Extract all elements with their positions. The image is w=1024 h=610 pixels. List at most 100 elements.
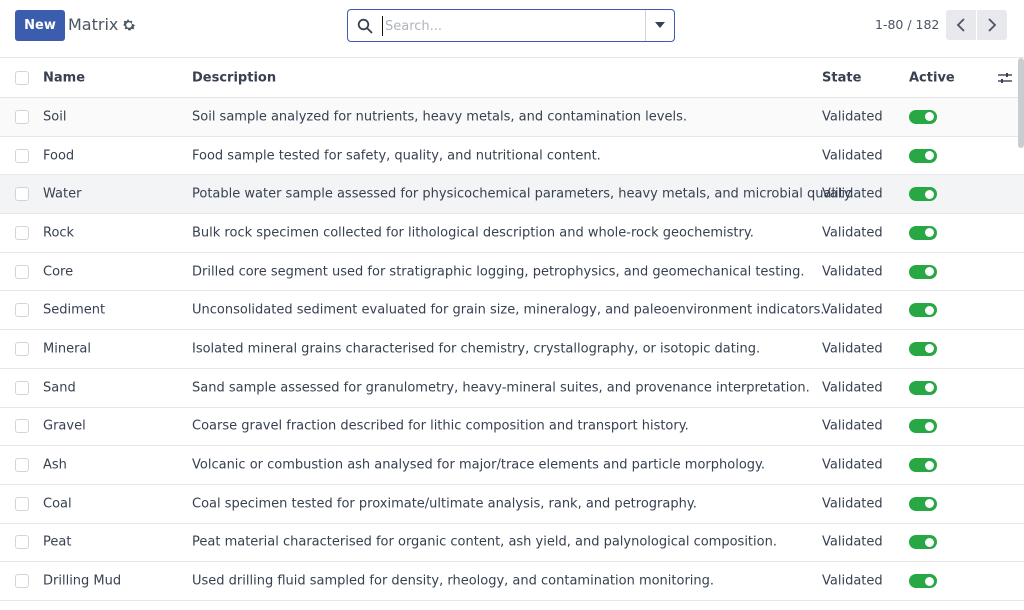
table-row[interactable]: Gravel Coarse gravel fraction described …	[0, 408, 1024, 447]
row-checkbox[interactable]	[15, 303, 29, 318]
pager-previous-button[interactable]	[946, 10, 976, 40]
row-state: Validated	[822, 264, 883, 280]
active-toggle[interactable]	[909, 225, 937, 240]
table-row[interactable]: Sediment Unconsolidated sediment evaluat…	[0, 291, 1024, 331]
table-row[interactable]: Drilling Mud Used drilling fluid sampled…	[0, 562, 1024, 601]
row-name: Sand	[43, 380, 76, 396]
active-toggle[interactable]	[909, 264, 937, 279]
row-name: Sediment	[43, 302, 106, 318]
row-description: Unconsolidated sediment evaluated for gr…	[192, 302, 825, 318]
column-header-name[interactable]: Name	[43, 70, 85, 85]
row-state: Validated	[822, 380, 883, 396]
row-name: Water	[43, 186, 82, 202]
active-toggle[interactable]	[909, 458, 937, 473]
pager-value[interactable]: 1-80 / 182	[875, 17, 939, 32]
row-checkbox[interactable]	[15, 148, 29, 163]
row-state: Validated	[822, 186, 883, 202]
row-name: Mineral	[43, 341, 91, 357]
search-icon	[357, 18, 373, 34]
row-name: Soil	[43, 109, 67, 125]
chevron-left-icon	[956, 18, 965, 32]
row-checkbox[interactable]	[15, 109, 29, 124]
row-description: Coal specimen tested for proximate/ultim…	[192, 496, 697, 512]
optional-columns-icon[interactable]	[997, 70, 1013, 86]
row-name: Core	[43, 264, 74, 280]
row-name: Coal	[43, 496, 72, 512]
table-row[interactable]: Food Food sample tested for safety, qual…	[0, 137, 1024, 176]
search-options-toggle[interactable]	[645, 10, 674, 41]
row-description: Drilled core segment used for stratigrap…	[192, 264, 805, 280]
table-row[interactable]: Mineral Isolated mineral grains characte…	[0, 330, 1024, 369]
row-name: Food	[43, 148, 75, 164]
row-state: Validated	[822, 534, 883, 550]
row-state: Validated	[822, 418, 883, 434]
caret-down-icon	[655, 22, 665, 28]
table-row[interactable]: Rock Bulk rock specimen collected for li…	[0, 214, 1024, 253]
active-toggle[interactable]	[909, 341, 937, 356]
row-checkbox[interactable]	[15, 225, 29, 240]
table-row[interactable]: Core Drilled core segment used for strat…	[0, 253, 1024, 292]
row-name: Ash	[43, 457, 67, 473]
row-name: Rock	[43, 225, 75, 241]
active-toggle[interactable]	[909, 535, 937, 550]
row-checkbox[interactable]	[15, 341, 29, 356]
table-row[interactable]: Coal Coal specimen tested for proximate/…	[0, 485, 1024, 524]
table-row[interactable]: Water Potable water sample assessed for …	[0, 175, 1024, 215]
row-description: Coarse gravel fraction described for lit…	[192, 418, 689, 434]
list-view: Name Description State Active Soil Soil …	[0, 58, 1024, 601]
row-state: Validated	[822, 148, 883, 164]
new-button[interactable]: New	[15, 10, 65, 41]
row-description: Peat material characterised for organic …	[192, 534, 777, 550]
row-description: Isolated mineral grains characterised fo…	[192, 341, 761, 357]
table-row[interactable]: Ash Volcanic or combustion ash analysed …	[0, 446, 1024, 485]
row-checkbox[interactable]	[15, 535, 29, 550]
table-row[interactable]: Soil Soil sample analyzed for nutrients,…	[0, 98, 1024, 137]
active-toggle[interactable]	[909, 574, 937, 589]
row-description: Volcanic or combustion ash analysed for …	[192, 457, 766, 473]
active-toggle[interactable]	[909, 109, 937, 124]
search-bar	[347, 9, 675, 42]
row-state: Validated	[822, 225, 883, 241]
row-checkbox[interactable]	[15, 187, 29, 202]
active-toggle[interactable]	[909, 496, 937, 511]
column-header-description[interactable]: Description	[192, 70, 276, 85]
row-checkbox[interactable]	[15, 574, 29, 589]
gear-icon[interactable]	[121, 17, 137, 33]
active-toggle[interactable]	[909, 187, 937, 202]
table-row[interactable]: Peat Peat material characterised for org…	[0, 524, 1024, 563]
scrollbar[interactable]	[1018, 58, 1024, 148]
active-toggle[interactable]	[909, 380, 937, 395]
select-all-checkbox[interactable]	[15, 70, 29, 85]
row-description: Potable water sample assessed for physic…	[192, 186, 854, 202]
row-name: Drilling Mud	[43, 573, 122, 589]
row-state: Validated	[822, 109, 883, 125]
pager-next-button[interactable]	[977, 10, 1007, 40]
active-toggle[interactable]	[909, 303, 937, 318]
row-name: Gravel	[43, 418, 86, 434]
row-description: Used drilling fluid sampled for density,…	[192, 573, 715, 589]
row-checkbox[interactable]	[15, 419, 29, 434]
table-header: Name Description State Active	[0, 58, 1024, 98]
active-toggle[interactable]	[909, 148, 937, 163]
table-row[interactable]: Sand Sand sample assessed for granulomet…	[0, 369, 1024, 408]
row-checkbox[interactable]	[15, 496, 29, 511]
row-state: Validated	[822, 496, 883, 512]
row-checkbox[interactable]	[15, 458, 29, 473]
page-title: Matrix	[68, 15, 119, 34]
row-name: Peat	[43, 534, 72, 550]
row-state: Validated	[822, 457, 883, 473]
row-description: Sand sample assessed for granulometry, h…	[192, 380, 810, 396]
column-header-active[interactable]: Active	[909, 70, 955, 85]
row-checkbox[interactable]	[15, 264, 29, 279]
row-state: Validated	[822, 302, 883, 318]
column-header-state[interactable]: State	[822, 70, 861, 85]
active-toggle[interactable]	[909, 419, 937, 434]
row-description: Food sample tested for safety, quality, …	[192, 148, 601, 164]
row-checkbox[interactable]	[15, 380, 29, 395]
chevron-right-icon	[988, 18, 997, 32]
search-input[interactable]	[382, 16, 642, 36]
row-state: Validated	[822, 341, 883, 357]
control-panel: New Matrix 1-80 / 182	[0, 0, 1024, 58]
row-state: Validated	[822, 573, 883, 589]
row-description: Bulk rock specimen collected for litholo…	[192, 225, 754, 241]
